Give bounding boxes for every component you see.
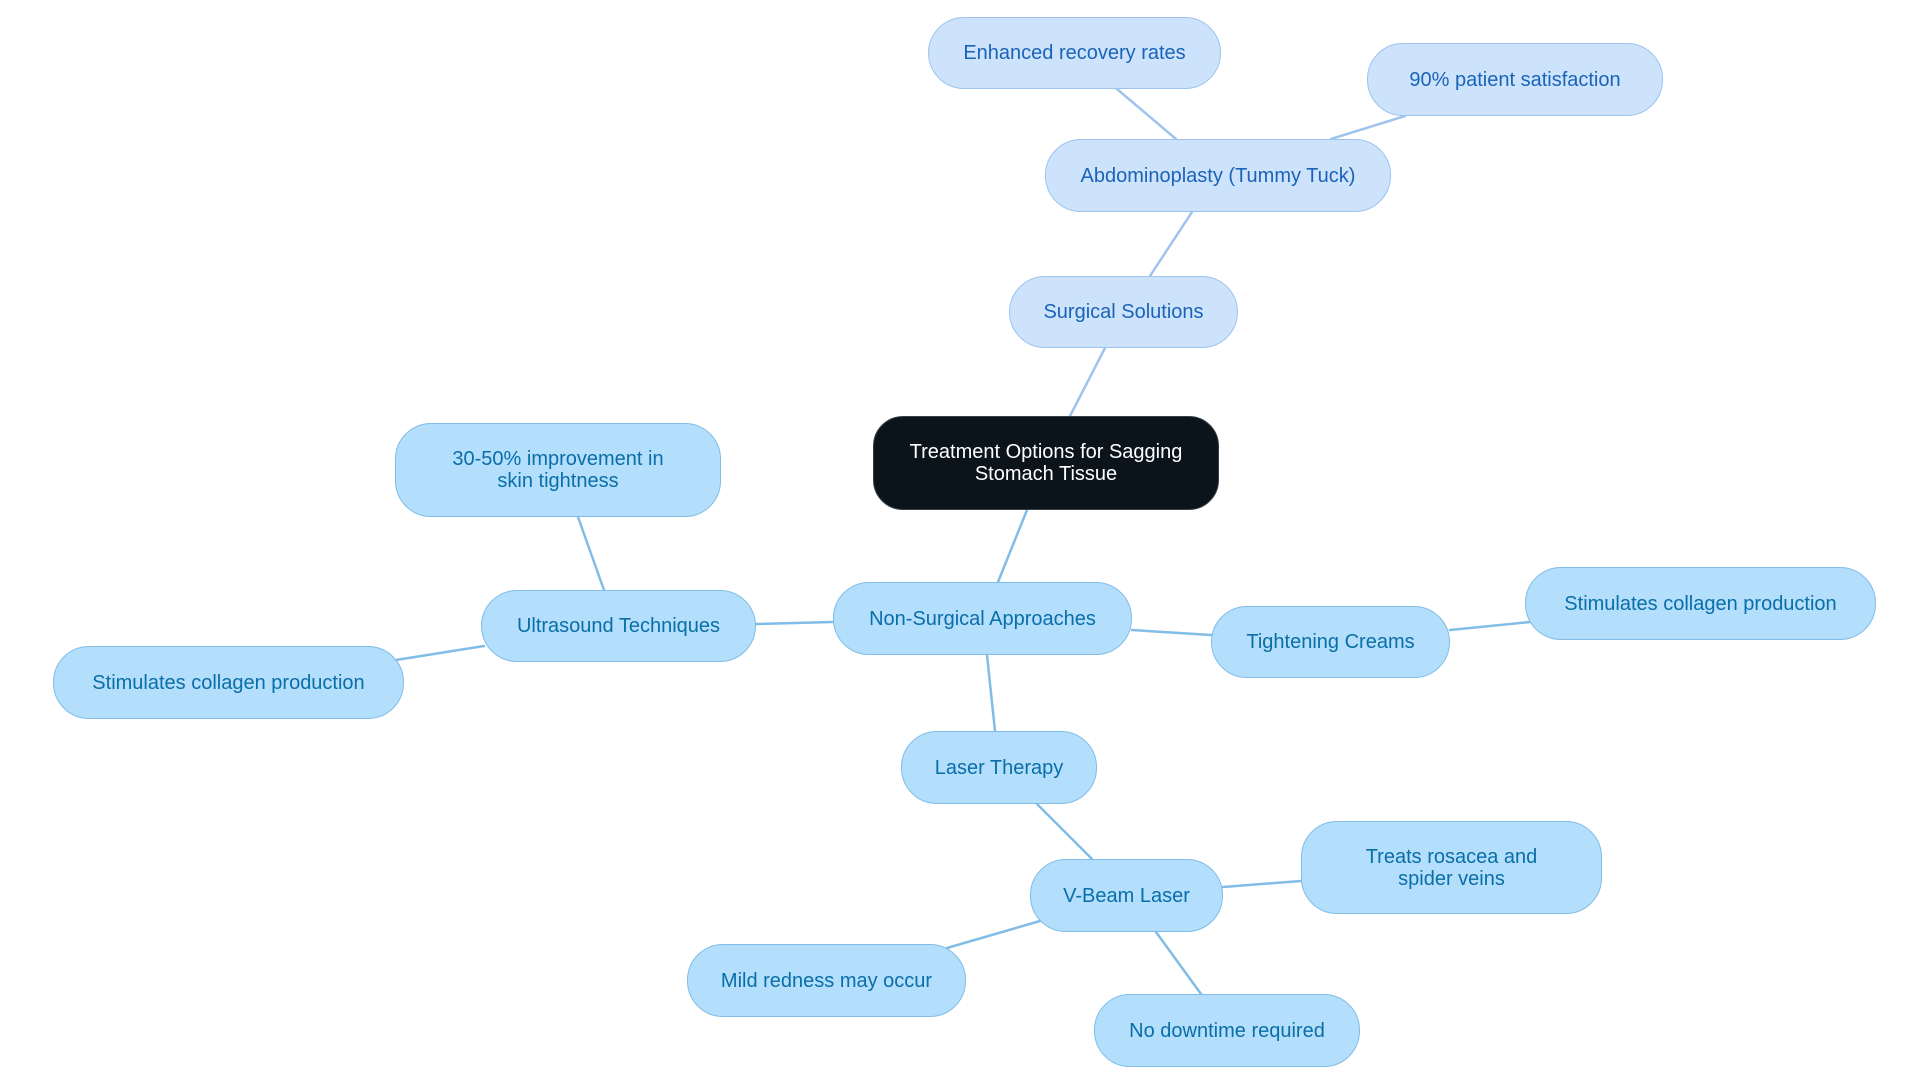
node-label: Surgical Solutions (1043, 301, 1204, 323)
edge-vbeam-redness (945, 919, 1042, 950)
node-rosacea[interactable]: Treats rosacea and spider veins (1301, 821, 1602, 914)
node-label: Abdominoplasty (Tummy Tuck) (1080, 164, 1356, 187)
node-label: 90% patient satisfaction (1409, 68, 1621, 91)
node-ultrasound[interactable]: Ultrasound Techniques (481, 590, 756, 662)
node-surgical-solutions[interactable]: Surgical Solutions (1009, 276, 1238, 348)
edge-ultrasound-skin (576, 515, 606, 592)
edge-laser-vbeam (1035, 802, 1094, 861)
connector-lines (394, 87, 1532, 996)
node-tightening-creams[interactable]: Tightening Creams (1211, 606, 1450, 678)
node-abdominoplasty[interactable]: Abdominoplasty (Tummy Tuck) (1045, 139, 1391, 212)
node-label: Enhanced recovery rates (963, 42, 1186, 64)
node-mild-redness[interactable]: Mild redness may occur (687, 944, 966, 1017)
edge-ultrasound-collagen (394, 644, 486, 662)
node-non-surgical[interactable]: Non-Surgical Approaches (833, 582, 1132, 655)
edge-nonsurgical-ultrasound (754, 620, 835, 626)
node-label: Stimulates collagen production (1564, 592, 1837, 615)
node-label: Ultrasound Techniques (516, 615, 721, 637)
node-skin-tightness[interactable]: 30-50% improvement in skin tightness (395, 423, 721, 517)
node-laser-therapy[interactable]: Laser Therapy (901, 731, 1097, 804)
node-creams-collagen[interactable]: Stimulates collagen production (1525, 567, 1876, 640)
node-label: Stimulates collagen production (92, 671, 365, 694)
node-patient-satisfaction[interactable]: 90% patient satisfaction (1367, 43, 1663, 116)
edge-root-nonsurgical (996, 508, 1029, 584)
node-ultrasound-collagen[interactable]: Stimulates collagen production (53, 646, 404, 719)
node-label: Tightening Creams (1246, 631, 1415, 653)
edge-surgical-abdominoplasty (1148, 210, 1194, 278)
node-label: Mild redness may occur (720, 969, 933, 992)
node-label: 30-50% improvement in skin tightness (452, 448, 664, 492)
edge-abdominoplasty-enhanced (1115, 87, 1178, 141)
root-node[interactable]: Treatment Options for Sagging Stomach Ti… (873, 416, 1219, 510)
edge-creams-collagen (1448, 620, 1532, 632)
node-label: No downtime required (1129, 1019, 1325, 1042)
node-label: Laser Therapy (934, 756, 1064, 779)
edge-vbeam-rosacea (1221, 879, 1303, 889)
node-label: Non-Surgical Approaches (869, 607, 1096, 630)
edge-abdominoplasty-satisfaction (1329, 114, 1407, 141)
node-label: Treats rosacea and spider veins (1365, 845, 1538, 890)
root-label: Treatment Options for Sagging Stomach Ti… (909, 441, 1183, 485)
edge-vbeam-downtime (1154, 930, 1203, 996)
node-label: V-Beam Laser (1063, 884, 1190, 907)
edge-nonsurgical-creams (1130, 628, 1213, 637)
edge-nonsurgical-laser (985, 653, 997, 733)
node-enhanced-recovery[interactable]: Enhanced recovery rates (928, 17, 1221, 89)
node-no-downtime[interactable]: No downtime required (1094, 994, 1360, 1067)
node-vbeam-laser[interactable]: V-Beam Laser (1030, 859, 1223, 932)
edge-root-surgical (1068, 346, 1107, 418)
